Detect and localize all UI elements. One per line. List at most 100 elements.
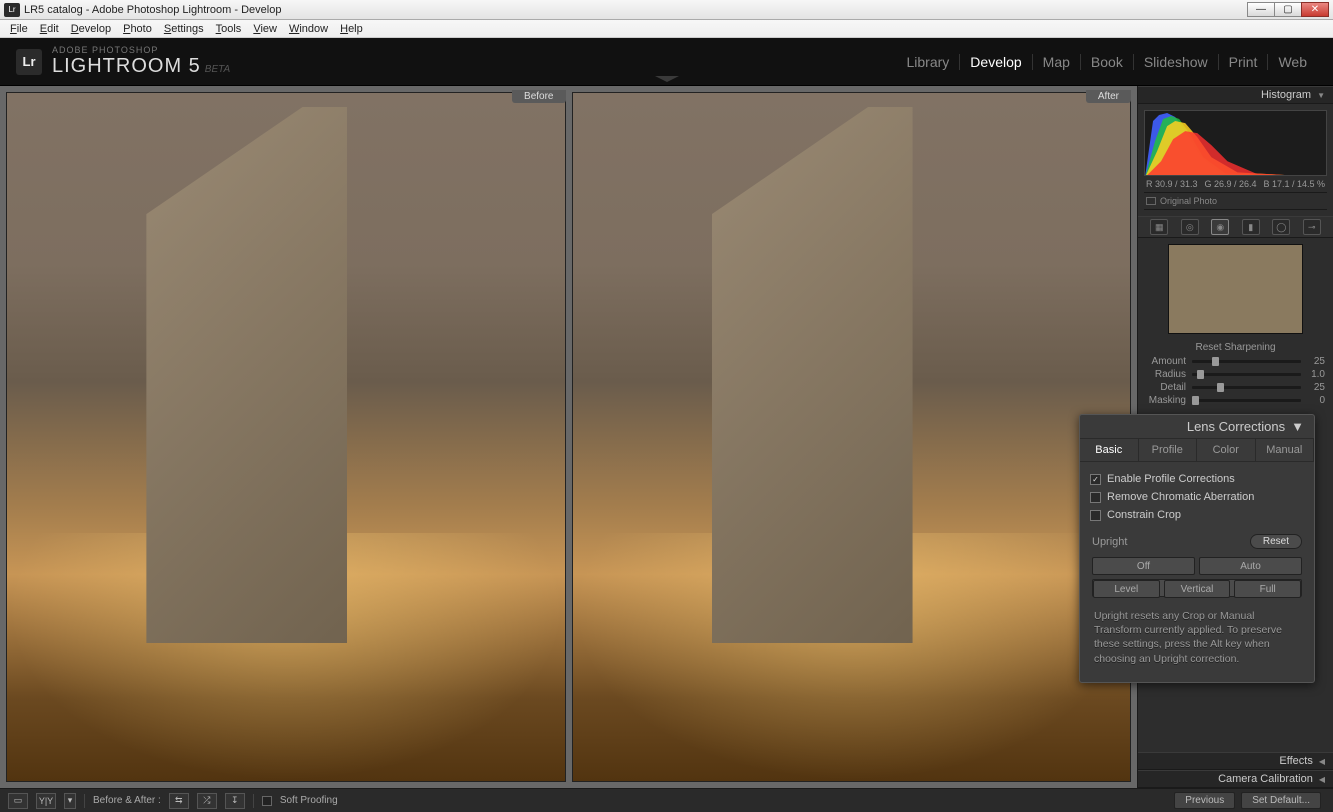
module-web[interactable]: Web: [1268, 54, 1317, 70]
lens-tab-profile[interactable]: Profile: [1139, 439, 1198, 461]
histogram-title: Histogram: [1261, 89, 1311, 101]
window-minimize-button[interactable]: —: [1247, 2, 1275, 17]
product-name: LIGHTROOM 5: [52, 55, 201, 77]
slider-value: 25: [1301, 356, 1325, 367]
lens-corrections-header[interactable]: Lens Corrections ▼: [1080, 415, 1314, 439]
app-icon: Lr: [4, 3, 20, 17]
upright-level-button[interactable]: Level: [1093, 580, 1160, 598]
upright-label: Upright: [1092, 536, 1127, 548]
slider-label: Amount: [1146, 356, 1192, 367]
sharpening-amount-slider[interactable]: Amount 25: [1138, 355, 1333, 368]
ba-mode-2-button[interactable]: ⤮: [197, 793, 217, 809]
menu-photo[interactable]: Photo: [117, 22, 158, 36]
tool-gradient[interactable]: ▮: [1242, 219, 1260, 235]
previous-button[interactable]: Previous: [1174, 792, 1235, 809]
menu-settings[interactable]: Settings: [158, 22, 210, 36]
chevron-left-icon: ◀: [1319, 775, 1325, 784]
menu-file[interactable]: File: [4, 22, 34, 36]
effects-title: Effects: [1279, 755, 1312, 767]
chevron-left-icon: ◀: [1319, 757, 1325, 766]
module-bar: Lr ADOBE PHOTOSHOP LIGHTROOM 5 BETA Libra…: [0, 38, 1333, 86]
soft-proofing-label: Soft Proofing: [280, 795, 338, 806]
lens-check-2[interactable]: Constrain Crop: [1090, 506, 1304, 524]
menu-edit[interactable]: Edit: [34, 22, 65, 36]
sharpening-masking-slider[interactable]: Masking 0: [1138, 394, 1333, 407]
before-image[interactable]: [6, 92, 566, 782]
compare-swap-button[interactable]: ▾: [64, 793, 76, 809]
camera-calibration-panel-header[interactable]: Camera Calibration ◀: [1138, 770, 1333, 788]
histogram-panel-header[interactable]: Histogram ▼: [1138, 86, 1333, 104]
tool-crop[interactable]: ▦: [1150, 219, 1168, 235]
window-maximize-button[interactable]: ▢: [1274, 2, 1302, 17]
upright-auto-button[interactable]: Auto: [1199, 557, 1302, 575]
upright-reset-button[interactable]: Reset: [1250, 534, 1302, 549]
module-book[interactable]: Book: [1081, 54, 1134, 70]
histogram-chart[interactable]: [1144, 110, 1327, 176]
original-photo-label: Original Photo: [1160, 196, 1217, 206]
compare-view-button[interactable]: Y|Y: [36, 793, 56, 809]
menu-window[interactable]: Window: [283, 22, 334, 36]
lens-check-0[interactable]: ✓Enable Profile Corrections: [1090, 470, 1304, 488]
sharpening-radius-slider[interactable]: Radius 1.0: [1138, 368, 1333, 381]
upright-off-button[interactable]: Off: [1092, 557, 1195, 575]
slider-label: Masking: [1146, 395, 1192, 406]
module-develop[interactable]: Develop: [960, 54, 1032, 70]
menu-help[interactable]: Help: [334, 22, 369, 36]
slider-label: Radius: [1146, 369, 1192, 380]
menubar: File Edit Develop Photo Settings Tools V…: [0, 20, 1333, 38]
chevron-down-icon: ▼: [1317, 91, 1325, 100]
before-after-label: Before & After :: [93, 795, 161, 806]
menu-tools[interactable]: Tools: [210, 22, 248, 36]
module-map[interactable]: Map: [1033, 54, 1081, 70]
after-image[interactable]: [572, 92, 1132, 782]
ba-mode-3-button[interactable]: ↧: [225, 793, 245, 809]
lens-corrections-title: Lens Corrections: [1187, 419, 1285, 434]
window-close-button[interactable]: ✕: [1301, 2, 1329, 17]
top-panel-grip-icon[interactable]: [655, 76, 679, 82]
set-default-button[interactable]: Set Default...: [1241, 792, 1321, 809]
module-library[interactable]: Library: [897, 54, 961, 70]
brand-line: ADOBE PHOTOSHOP: [52, 45, 230, 55]
original-photo-icon: [1146, 197, 1156, 205]
lens-tab-color[interactable]: Color: [1197, 439, 1256, 461]
chevron-down-icon: ▼: [1291, 419, 1304, 434]
histogram-readout: R 30.9 / 31.3 G 26.9 / 26.4 B 17.1 / 14.…: [1144, 176, 1327, 193]
original-photo-row[interactable]: Original Photo: [1144, 193, 1327, 210]
sharpening-reset[interactable]: Reset Sharpening: [1138, 340, 1333, 355]
lens-tabs: Basic Profile Color Manual: [1080, 439, 1314, 462]
before-pane[interactable]: Before: [6, 92, 566, 782]
window-titlebar: Lr LR5 catalog - Adobe Photoshop Lightro…: [0, 0, 1333, 20]
menu-view[interactable]: View: [247, 22, 283, 36]
upright-full-button[interactable]: Full: [1234, 580, 1301, 598]
module-print[interactable]: Print: [1219, 54, 1269, 70]
beta-tag: BETA: [205, 64, 230, 75]
slider-value: 25: [1301, 382, 1325, 393]
lens-tab-basic[interactable]: Basic: [1080, 439, 1139, 461]
bottom-right-controls: Previous Set Default...: [1174, 792, 1325, 809]
loupe-view-button[interactable]: ▭: [8, 793, 28, 809]
tool-spot[interactable]: ◎: [1181, 219, 1199, 235]
lr-mark: Lr: [16, 49, 42, 75]
tool-radial[interactable]: ◯: [1272, 219, 1290, 235]
soft-proofing-checkbox[interactable]: [262, 796, 272, 806]
module-slideshow[interactable]: Slideshow: [1134, 54, 1219, 70]
checkbox-label: Remove Chromatic Aberration: [1107, 491, 1254, 503]
after-label: After: [1086, 90, 1131, 103]
before-label: Before: [512, 90, 565, 103]
detail-preview[interactable]: [1168, 244, 1303, 334]
menu-develop[interactable]: Develop: [65, 22, 117, 36]
ba-mode-1-button[interactable]: ⇆: [169, 793, 189, 809]
tool-redeye[interactable]: ◉: [1211, 219, 1229, 235]
effects-panel-header[interactable]: Effects ◀: [1138, 752, 1333, 770]
upright-vertical-button[interactable]: Vertical: [1164, 580, 1231, 598]
upright-help-text: Upright resets any Crop or Manual Transf…: [1090, 603, 1304, 674]
lens-check-1[interactable]: Remove Chromatic Aberration: [1090, 488, 1304, 506]
bottom-toolbar: ▭ Y|Y ▾ Before & After : ⇆ ⤮ ↧ Soft Proo…: [0, 788, 1333, 812]
tool-brush[interactable]: ⊸: [1303, 219, 1321, 235]
after-pane[interactable]: After: [572, 92, 1132, 782]
sharpening-detail-slider[interactable]: Detail 25: [1138, 381, 1333, 394]
camera-calibration-title: Camera Calibration: [1218, 773, 1313, 785]
lens-corrections-panel: Lens Corrections ▼ Basic Profile Color M…: [1079, 414, 1315, 683]
lens-tab-manual[interactable]: Manual: [1256, 439, 1315, 461]
canvas-area: Before After: [0, 86, 1137, 788]
